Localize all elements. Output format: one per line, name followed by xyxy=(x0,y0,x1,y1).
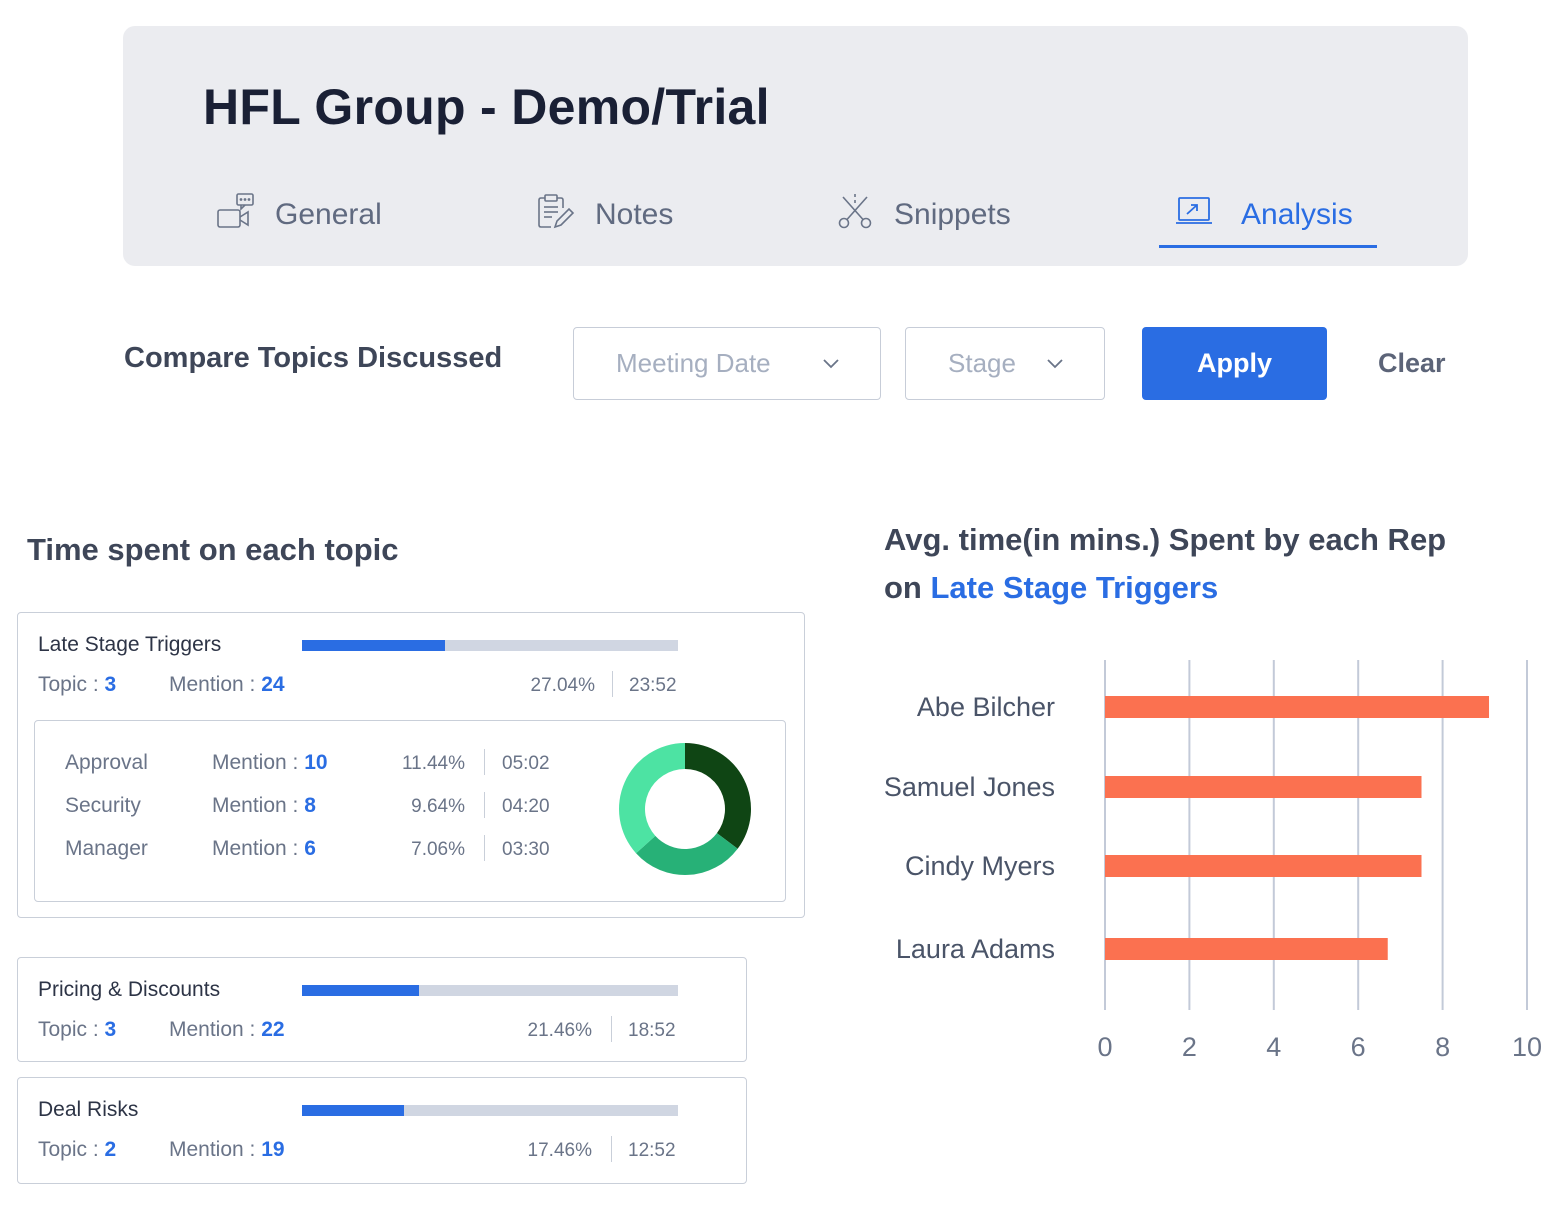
topic-name: Deal Risks xyxy=(38,1098,139,1121)
topic-time: 23:52 xyxy=(629,675,677,696)
subtopic-row: Security Mention : 8 9.64% 04:20 xyxy=(35,792,575,824)
topic-time: 18:52 xyxy=(628,1020,676,1041)
topic-name: Late Stage Triggers xyxy=(38,633,222,656)
active-tab-indicator xyxy=(1159,245,1377,248)
x-tick-label: 10 xyxy=(1512,1032,1542,1062)
chart-monitor-icon xyxy=(1175,192,1213,238)
divider xyxy=(484,792,485,818)
topic-progress-bar xyxy=(302,640,678,651)
bar-samuel-jones xyxy=(1105,776,1422,798)
meeting-date-placeholder: Meeting Date xyxy=(616,348,771,378)
stage-placeholder: Stage xyxy=(948,348,1016,378)
subtopic-row: Manager Mention : 6 7.06% 03:30 xyxy=(35,835,575,867)
subtopic-name: Manager xyxy=(65,837,148,860)
tab-analysis[interactable]: Analysis xyxy=(1159,184,1377,248)
topic-progress-fill xyxy=(302,640,445,651)
chart-title: Avg. time(in mins.) Spent by each Rep on… xyxy=(884,516,1446,612)
tab-general[interactable]: General xyxy=(217,184,382,246)
topic-progress-fill xyxy=(302,1105,404,1116)
topic-progress-bar xyxy=(302,985,678,996)
scissors-icon xyxy=(836,192,874,238)
topic-percent: 21.46% xyxy=(527,1020,592,1041)
bar-laura-adams xyxy=(1105,938,1388,960)
bar-cindy-myers xyxy=(1105,855,1422,877)
topic-percent: 27.04% xyxy=(530,675,595,696)
topic-count: Topic : 2 xyxy=(38,1138,117,1161)
donut-slice-manager xyxy=(619,743,685,854)
clipboard-edit-icon xyxy=(537,192,575,238)
topic-count: Topic : 3 xyxy=(38,673,117,696)
subtopic-percent: 9.64% xyxy=(411,796,465,817)
subtopic-time: 05:02 xyxy=(502,753,550,774)
x-tick-label: 8 xyxy=(1435,1032,1450,1062)
y-category-label: Abe Bilcher xyxy=(917,692,1055,722)
mention-count: Mention : 22 xyxy=(169,1018,285,1041)
apply-button[interactable]: Apply xyxy=(1142,327,1327,400)
subtopic-breakdown: Approval Mention : 10 11.44% 05:02 Secur… xyxy=(34,720,786,902)
y-category-label: Cindy Myers xyxy=(905,851,1055,881)
subtopic-mention: Mention : 8 xyxy=(212,794,316,817)
rep-time-bar-chart: 0 2 4 6 8 10 Abe Bilcher Samuel Jones Cindy Myer… xyxy=(884,660,1542,1062)
divider xyxy=(484,835,485,861)
subtopic-time: 03:30 xyxy=(502,839,550,860)
subtopic-mention: Mention : 6 xyxy=(212,837,316,860)
divider xyxy=(484,749,485,775)
divider xyxy=(611,1136,612,1162)
subtopic-time: 04:20 xyxy=(502,796,550,817)
subtopic-name: Security xyxy=(65,794,141,817)
chart-title-topic: Late Stage Triggers xyxy=(930,570,1219,605)
topic-progress-bar xyxy=(302,1105,678,1116)
chevron-down-icon xyxy=(823,359,839,369)
subtopic-row: Approval Mention : 10 11.44% 05:02 xyxy=(35,749,575,781)
chart-title-line1: Avg. time(in mins.) Spent by each Rep xyxy=(884,522,1447,557)
x-tick-label: 4 xyxy=(1266,1032,1281,1062)
y-category-label: Samuel Jones xyxy=(884,772,1055,802)
page-title: HFL Group - Demo/Trial xyxy=(203,79,770,135)
x-tick-label: 0 xyxy=(1097,1032,1112,1062)
tab-notes-label: Notes xyxy=(595,198,674,231)
mention-count: Mention : 19 xyxy=(169,1138,285,1161)
subtopic-mention: Mention : 10 xyxy=(212,751,328,774)
deal-header: HFL Group - Demo/Trial General Notes Sni… xyxy=(123,26,1468,266)
x-tick-label: 6 xyxy=(1351,1032,1366,1062)
donut-slice-approval xyxy=(685,743,751,849)
divider xyxy=(612,671,613,697)
topic-name: Pricing & Discounts xyxy=(38,978,221,1001)
subtopic-name: Approval xyxy=(65,751,148,774)
topic-card-deal-risks[interactable]: Deal Risks Topic : 2 Mention : 19 17.46%… xyxy=(17,1077,747,1184)
chevron-down-icon xyxy=(1047,359,1063,369)
video-chat-icon xyxy=(217,192,255,238)
topic-time: 12:52 xyxy=(628,1140,676,1161)
tab-notes[interactable]: Notes xyxy=(537,184,673,246)
meeting-date-dropdown[interactable]: Meeting Date xyxy=(573,327,881,400)
clear-button[interactable]: Clear xyxy=(1378,348,1446,379)
subtopic-percent: 7.06% xyxy=(411,839,465,860)
topic-card-late-stage-triggers[interactable]: Late Stage Triggers Topic : 3 Mention : … xyxy=(17,612,805,918)
y-category-label: Laura Adams xyxy=(896,934,1055,964)
bar-abe-bilcher xyxy=(1105,696,1490,718)
subtopic-donut-chart xyxy=(619,743,751,875)
divider xyxy=(611,1016,612,1042)
topic-percent: 17.46% xyxy=(527,1140,592,1161)
time-spent-title: Time spent on each topic xyxy=(27,532,399,567)
tab-general-label: General xyxy=(275,198,382,231)
x-tick-label: 2 xyxy=(1182,1032,1197,1062)
tab-snippets[interactable]: Snippets xyxy=(836,184,1011,246)
stage-dropdown[interactable]: Stage xyxy=(905,327,1105,400)
chart-title-line2: on Late Stage Triggers xyxy=(884,570,1219,605)
topic-card-pricing-discounts[interactable]: Pricing & Discounts Topic : 3 Mention : … xyxy=(17,957,747,1062)
topic-progress-fill xyxy=(302,985,419,996)
tab-snippets-label: Snippets xyxy=(894,198,1011,231)
mention-count: Mention : 24 xyxy=(169,673,285,696)
compare-topics-label: Compare Topics Discussed xyxy=(124,342,503,374)
tab-analysis-label: Analysis xyxy=(1241,198,1353,231)
topic-count: Topic : 3 xyxy=(38,1018,117,1041)
subtopic-percent: 11.44% xyxy=(401,753,465,774)
